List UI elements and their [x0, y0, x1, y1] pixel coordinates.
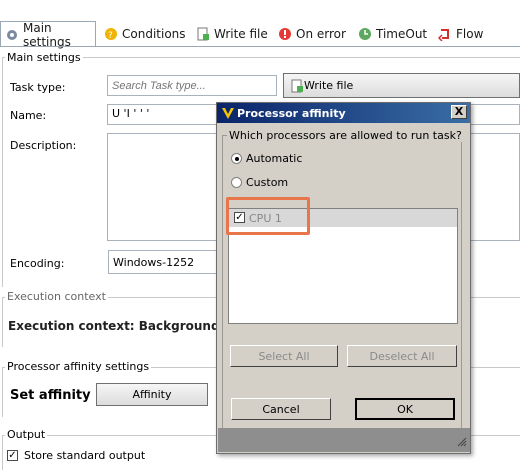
tab-label: Conditions [122, 27, 186, 41]
execution-context-title: Execution context [5, 290, 108, 303]
dialog-question: Which processors are allowed to run task… [227, 129, 464, 142]
output-title: Output [5, 428, 48, 441]
highlight-annotation [226, 197, 310, 235]
encoding-label: Encoding: [10, 257, 65, 270]
custom-label: Custom [246, 176, 289, 189]
set-affinity-label: Set affinity [10, 388, 91, 403]
cancel-button[interactable]: Cancel [231, 398, 331, 420]
processor-affinity-settings-title: Processor affinity settings [5, 360, 152, 373]
select-all-button[interactable]: Select All [230, 345, 338, 367]
dialog-title: Processor affinity [237, 107, 346, 120]
task-type-button[interactable]: Write file [283, 73, 520, 98]
custom-radio[interactable] [231, 177, 242, 188]
affinity-button[interactable]: Affinity [96, 383, 208, 406]
ok-button[interactable]: OK [355, 398, 455, 420]
tab-on-error[interactable]: On error [274, 22, 350, 46]
automatic-radio[interactable] [231, 153, 242, 164]
error-icon [278, 27, 292, 41]
tab-write-file[interactable]: Write file [192, 22, 272, 46]
write-file-icon [290, 79, 304, 93]
execution-context-text: Execution context: Background [8, 319, 220, 333]
group-line [2, 57, 3, 287]
encoding-select[interactable]: Windows-1252 [108, 250, 218, 274]
group-line [2, 435, 3, 470]
deselect-all-button[interactable]: Deselect All [347, 345, 457, 367]
task-type-button-label: Write file [304, 79, 354, 92]
dialog-title-bar: Processor affinity X [217, 103, 470, 123]
name-label: Name: [10, 109, 47, 122]
tab-label: Write file [214, 27, 268, 41]
gear-icon [5, 28, 19, 42]
tab-main-settings[interactable]: Main settings [0, 20, 96, 49]
group-line [2, 367, 3, 417]
encoding-value: Windows-1252 [113, 256, 195, 269]
close-icon[interactable]: X [451, 105, 467, 119]
automatic-label: Automatic [246, 152, 303, 165]
description-label: Description: [10, 139, 77, 152]
tab-timeout[interactable]: TimeOut [354, 22, 431, 46]
write-file-icon [196, 27, 210, 41]
resize-grip-icon[interactable] [457, 437, 467, 450]
task-type-label: Task type: [10, 81, 66, 94]
tab-label: On error [296, 27, 346, 41]
tab-label: Main settings [23, 20, 71, 49]
tab-label: Flow [456, 27, 484, 41]
timeout-icon [358, 27, 372, 41]
tab-flow[interactable]: Flow [434, 22, 487, 46]
flow-icon [437, 27, 452, 42]
tab-divider [0, 46, 520, 47]
dialog-status-bar [218, 428, 470, 452]
store-output-checkbox[interactable]: ✓ [7, 450, 18, 461]
task-type-search-input[interactable] [107, 75, 277, 96]
store-output-label: Store standard output [24, 449, 146, 462]
name-value: U 'I ' ' ' [112, 107, 150, 120]
main-settings-title: Main settings [5, 51, 83, 64]
group-line [2, 297, 3, 347]
conditions-icon: ? [104, 27, 118, 41]
app-logo-icon [221, 106, 235, 123]
tab-conditions[interactable]: ? Conditions [100, 22, 190, 46]
tab-label: TimeOut [376, 27, 428, 41]
svg-text:?: ? [108, 31, 113, 41]
